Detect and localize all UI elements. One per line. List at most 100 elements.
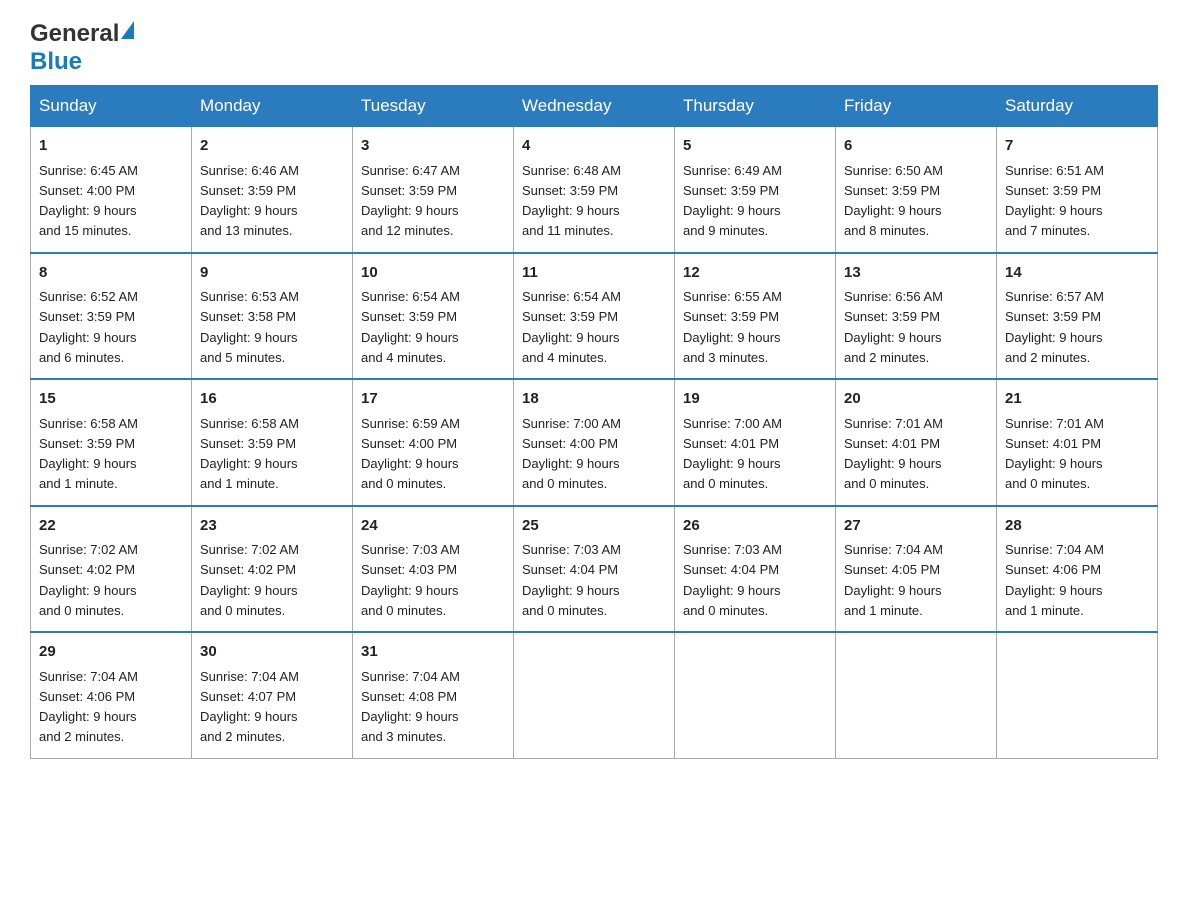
day-info: Sunrise: 7:03 AMSunset: 4:03 PMDaylight:… — [361, 542, 460, 618]
calendar-week-row: 22 Sunrise: 7:02 AMSunset: 4:02 PMDayligh… — [31, 506, 1158, 633]
day-number: 22 — [39, 515, 183, 538]
day-info: Sunrise: 6:58 AMSunset: 3:59 PMDaylight:… — [200, 416, 299, 492]
day-number: 23 — [200, 515, 344, 538]
day-info: Sunrise: 6:54 AMSunset: 3:59 PMDaylight:… — [361, 289, 460, 365]
calendar-cell: 5Sunrise: 6:49 AMSunset: 3:59 PMDaylight… — [675, 127, 836, 253]
day-info: Sunrise: 6:47 AMSunset: 3:59 PMDaylight:… — [361, 163, 460, 239]
day-number: 1 — [39, 135, 183, 158]
calendar-week-row: 29 Sunrise: 7:04 AMSunset: 4:06 PMDayligh… — [31, 632, 1158, 758]
day-info: Sunrise: 7:03 AMSunset: 4:04 PMDaylight:… — [522, 542, 621, 618]
logo-triangle-icon — [121, 21, 134, 39]
calendar-week-row: 15 Sunrise: 6:58 AMSunset: 3:59 PMDayligh… — [31, 379, 1158, 506]
logo-text: General Blue — [30, 20, 134, 75]
day-number: 10 — [361, 262, 505, 285]
day-info: Sunrise: 7:04 AMSunset: 4:08 PMDaylight:… — [361, 669, 460, 745]
day-number: 27 — [844, 515, 988, 538]
calendar-cell: 10 Sunrise: 6:54 AMSunset: 3:59 PMDayligh… — [353, 253, 514, 380]
day-number: 2 — [200, 135, 344, 158]
calendar-cell: 6 Sunrise: 6:50 AMSunset: 3:59 PMDaylight… — [836, 127, 997, 253]
day-info: Sunrise: 6:51 AMSunset: 3:59 PMDaylight:… — [1005, 163, 1104, 239]
page-header: General Blue — [30, 20, 1158, 75]
calendar-week-row: 1Sunrise: 6:45 AMSunset: 4:00 PMDaylight… — [31, 127, 1158, 253]
day-number: 18 — [522, 388, 666, 411]
day-info: Sunrise: 6:59 AMSunset: 4:00 PMDaylight:… — [361, 416, 460, 492]
day-info: Sunrise: 7:04 AMSunset: 4:06 PMDaylight:… — [39, 669, 138, 745]
day-info: Sunrise: 6:58 AMSunset: 3:59 PMDaylight:… — [39, 416, 138, 492]
day-number: 28 — [1005, 515, 1149, 538]
weekday-header-tuesday: Tuesday — [353, 86, 514, 127]
calendar-cell: 12Sunrise: 6:55 AMSunset: 3:59 PMDayligh… — [675, 253, 836, 380]
weekday-header-row: SundayMondayTuesdayWednesdayThursdayFrid… — [31, 86, 1158, 127]
day-number: 25 — [522, 515, 666, 538]
day-info: Sunrise: 6:52 AMSunset: 3:59 PMDaylight:… — [39, 289, 138, 365]
day-info: Sunrise: 6:53 AMSunset: 3:58 PMDaylight:… — [200, 289, 299, 365]
day-info: Sunrise: 7:02 AMSunset: 4:02 PMDaylight:… — [200, 542, 299, 618]
day-number: 19 — [683, 388, 827, 411]
day-number: 11 — [522, 262, 666, 285]
day-number: 15 — [39, 388, 183, 411]
day-info: Sunrise: 7:04 AMSunset: 4:06 PMDaylight:… — [1005, 542, 1104, 618]
day-info: Sunrise: 7:01 AMSunset: 4:01 PMDaylight:… — [844, 416, 943, 492]
calendar-cell: 26Sunrise: 7:03 AMSunset: 4:04 PMDayligh… — [675, 506, 836, 633]
calendar-cell: 3 Sunrise: 6:47 AMSunset: 3:59 PMDaylight… — [353, 127, 514, 253]
calendar-cell: 18 Sunrise: 7:00 AMSunset: 4:00 PMDayligh… — [514, 379, 675, 506]
calendar-cell: 21 Sunrise: 7:01 AMSunset: 4:01 PMDayligh… — [997, 379, 1158, 506]
day-number: 7 — [1005, 135, 1149, 158]
day-info: Sunrise: 6:55 AMSunset: 3:59 PMDaylight:… — [683, 289, 782, 365]
day-info: Sunrise: 7:00 AMSunset: 4:00 PMDaylight:… — [522, 416, 621, 492]
calendar-cell — [675, 632, 836, 758]
day-info: Sunrise: 6:48 AMSunset: 3:59 PMDaylight:… — [522, 163, 621, 239]
day-info: Sunrise: 7:04 AMSunset: 4:05 PMDaylight:… — [844, 542, 943, 618]
weekday-header-saturday: Saturday — [997, 86, 1158, 127]
weekday-header-wednesday: Wednesday — [514, 86, 675, 127]
calendar-cell — [836, 632, 997, 758]
calendar-cell: 25 Sunrise: 7:03 AMSunset: 4:04 PMDayligh… — [514, 506, 675, 633]
calendar-cell: 28 Sunrise: 7:04 AMSunset: 4:06 PMDayligh… — [997, 506, 1158, 633]
calendar-cell: 7 Sunrise: 6:51 AMSunset: 3:59 PMDaylight… — [997, 127, 1158, 253]
calendar-cell: 19Sunrise: 7:00 AMSunset: 4:01 PMDayligh… — [675, 379, 836, 506]
day-info: Sunrise: 6:49 AMSunset: 3:59 PMDaylight:… — [683, 163, 782, 239]
weekday-header-sunday: Sunday — [31, 86, 192, 127]
calendar-week-row: 8Sunrise: 6:52 AMSunset: 3:59 PMDaylight… — [31, 253, 1158, 380]
day-info: Sunrise: 7:02 AMSunset: 4:02 PMDaylight:… — [39, 542, 138, 618]
weekday-header-monday: Monday — [192, 86, 353, 127]
calendar-cell: 20 Sunrise: 7:01 AMSunset: 4:01 PMDayligh… — [836, 379, 997, 506]
day-number: 29 — [39, 641, 183, 664]
calendar-cell: 2 Sunrise: 6:46 AMSunset: 3:59 PMDaylight… — [192, 127, 353, 253]
day-info: Sunrise: 7:04 AMSunset: 4:07 PMDaylight:… — [200, 669, 299, 745]
calendar-cell: 24 Sunrise: 7:03 AMSunset: 4:03 PMDayligh… — [353, 506, 514, 633]
day-info: Sunrise: 7:01 AMSunset: 4:01 PMDaylight:… — [1005, 416, 1104, 492]
calendar-cell: 9Sunrise: 6:53 AMSunset: 3:58 PMDaylight… — [192, 253, 353, 380]
day-info: Sunrise: 6:57 AMSunset: 3:59 PMDaylight:… — [1005, 289, 1104, 365]
day-number: 24 — [361, 515, 505, 538]
day-number: 31 — [361, 641, 505, 664]
day-info: Sunrise: 7:03 AMSunset: 4:04 PMDaylight:… — [683, 542, 782, 618]
calendar-cell: 13Sunrise: 6:56 AMSunset: 3:59 PMDayligh… — [836, 253, 997, 380]
calendar-cell: 15 Sunrise: 6:58 AMSunset: 3:59 PMDayligh… — [31, 379, 192, 506]
logo: General Blue — [30, 20, 134, 75]
day-number: 20 — [844, 388, 988, 411]
calendar-cell: 4Sunrise: 6:48 AMSunset: 3:59 PMDaylight… — [514, 127, 675, 253]
day-number: 30 — [200, 641, 344, 664]
calendar-cell — [997, 632, 1158, 758]
weekday-header-thursday: Thursday — [675, 86, 836, 127]
calendar-cell: 27 Sunrise: 7:04 AMSunset: 4:05 PMDayligh… — [836, 506, 997, 633]
calendar-cell: 23 Sunrise: 7:02 AMSunset: 4:02 PMDayligh… — [192, 506, 353, 633]
day-info: Sunrise: 6:50 AMSunset: 3:59 PMDaylight:… — [844, 163, 943, 239]
weekday-header-friday: Friday — [836, 86, 997, 127]
day-info: Sunrise: 6:46 AMSunset: 3:59 PMDaylight:… — [200, 163, 299, 239]
calendar-cell: 31 Sunrise: 7:04 AMSunset: 4:08 PMDayligh… — [353, 632, 514, 758]
calendar-table: SundayMondayTuesdayWednesdayThursdayFrid… — [30, 85, 1158, 759]
calendar-cell — [514, 632, 675, 758]
calendar-cell: 22 Sunrise: 7:02 AMSunset: 4:02 PMDayligh… — [31, 506, 192, 633]
day-number: 16 — [200, 388, 344, 411]
calendar-cell: 1Sunrise: 6:45 AMSunset: 4:00 PMDaylight… — [31, 127, 192, 253]
calendar-cell: 30 Sunrise: 7:04 AMSunset: 4:07 PMDayligh… — [192, 632, 353, 758]
calendar-cell: 29 Sunrise: 7:04 AMSunset: 4:06 PMDayligh… — [31, 632, 192, 758]
calendar-cell: 16 Sunrise: 6:58 AMSunset: 3:59 PMDayligh… — [192, 379, 353, 506]
calendar-cell: 14Sunrise: 6:57 AMSunset: 3:59 PMDayligh… — [997, 253, 1158, 380]
day-number: 3 — [361, 135, 505, 158]
day-number: 6 — [844, 135, 988, 158]
calendar-cell: 17Sunrise: 6:59 AMSunset: 4:00 PMDayligh… — [353, 379, 514, 506]
day-number: 21 — [1005, 388, 1149, 411]
